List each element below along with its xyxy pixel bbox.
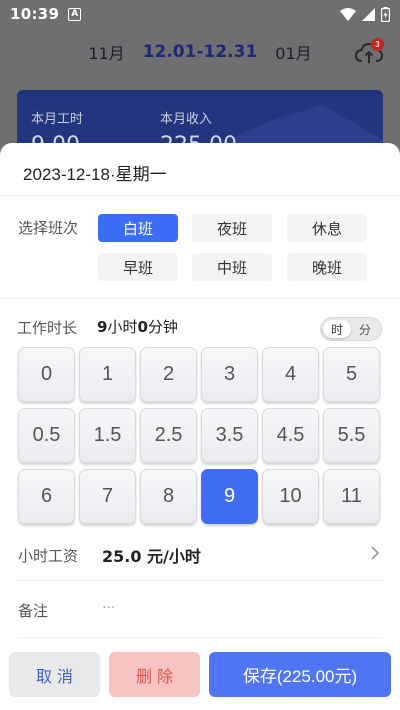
hour-key[interactable]: 2: [140, 347, 197, 402]
chevron-right-icon: [371, 546, 380, 560]
divider: [0, 298, 400, 299]
duration-minutes: 0: [137, 318, 148, 336]
unit-hour-option[interactable]: 时: [323, 320, 351, 338]
hourly-wage-amount: 25.0: [102, 547, 142, 566]
hour-key[interactable]: 1: [79, 347, 136, 402]
prev-month[interactable]: 11月: [88, 40, 124, 64]
duration-hours-unit: 小时: [107, 318, 138, 336]
income-label: 本月收入: [160, 112, 213, 127]
duration-minutes-unit: 分钟: [147, 318, 178, 336]
notification-icon: A: [68, 7, 82, 21]
battery-icon: [381, 6, 390, 22]
hour-key[interactable]: 7: [79, 469, 136, 524]
hour-key[interactable]: 4: [262, 347, 319, 402]
hour-key[interactable]: 4.5: [262, 408, 319, 463]
shift-label: 选择班次: [18, 219, 79, 237]
month-nav: 11月 12.01-12.31 01月: [0, 36, 400, 68]
divider: [18, 580, 382, 581]
hourly-wage-value: 25.0 元/小时: [102, 543, 201, 567]
duration-hours: 9: [97, 318, 108, 336]
shift-option-middle[interactable]: 中班: [192, 253, 272, 281]
note-input[interactable]: ···: [102, 600, 115, 616]
unit-minute-option[interactable]: 分: [351, 320, 379, 338]
hourly-wage-unit: 元/小时: [141, 547, 201, 566]
signal-icon: [362, 7, 375, 21]
cancel-button[interactable]: 取 消: [9, 652, 100, 697]
hour-key[interactable]: 10: [262, 469, 319, 524]
hour-key[interactable]: 11: [323, 469, 380, 524]
shift-option-day[interactable]: 白班: [98, 214, 178, 242]
hour-key[interactable]: 0: [18, 347, 75, 402]
shift-option-night[interactable]: 夜班: [192, 214, 272, 242]
status-time: 10:39: [10, 5, 60, 23]
delete-button[interactable]: 删 除: [109, 652, 200, 697]
shift-option-morning[interactable]: 早班: [98, 253, 178, 281]
hourly-wage-label: 小时工资: [18, 547, 79, 565]
hour-key[interactable]: 3.5: [201, 408, 258, 463]
next-month[interactable]: 01月: [275, 40, 311, 64]
hour-key[interactable]: 0.5: [18, 408, 75, 463]
current-period: 12.01-12.31: [142, 42, 258, 62]
save-button[interactable]: 保存(225.00元): [209, 652, 391, 697]
hour-key[interactable]: 5.5: [323, 408, 380, 463]
hour-key[interactable]: 8: [140, 469, 197, 524]
shift-option-evening[interactable]: 晚班: [287, 253, 367, 281]
hour-key[interactable]: 6: [18, 469, 75, 524]
hour-key[interactable]: 5: [323, 347, 380, 402]
duration-value: 9小时0分钟: [97, 316, 178, 337]
status-bar: 10:39 A: [0, 0, 400, 28]
unit-toggle[interactable]: 时 分: [320, 317, 382, 341]
hour-key-selected[interactable]: 9: [201, 469, 258, 524]
wifi-icon: [340, 7, 356, 21]
status-icons: [340, 6, 390, 22]
hour-key[interactable]: 1.5: [79, 408, 136, 463]
date-title: 2023-12-18·星期一: [23, 165, 167, 184]
divider: [0, 195, 400, 196]
cloud-sync-button[interactable]: 3: [352, 38, 386, 68]
shift-option-rest[interactable]: 休息: [287, 214, 367, 242]
hours-label: 本月工时: [31, 112, 84, 127]
hour-key[interactable]: 3: [201, 347, 258, 402]
note-label: 备注: [18, 602, 49, 620]
sync-badge: 3: [371, 38, 384, 51]
duration-label: 工作时长: [17, 319, 78, 337]
divider: [18, 637, 382, 638]
shift-edit-sheet: 2023-12-18·星期一 选择班次 白班 夜班 休息 早班 中班 晚班 工作…: [0, 143, 400, 710]
hour-key[interactable]: 2.5: [140, 408, 197, 463]
